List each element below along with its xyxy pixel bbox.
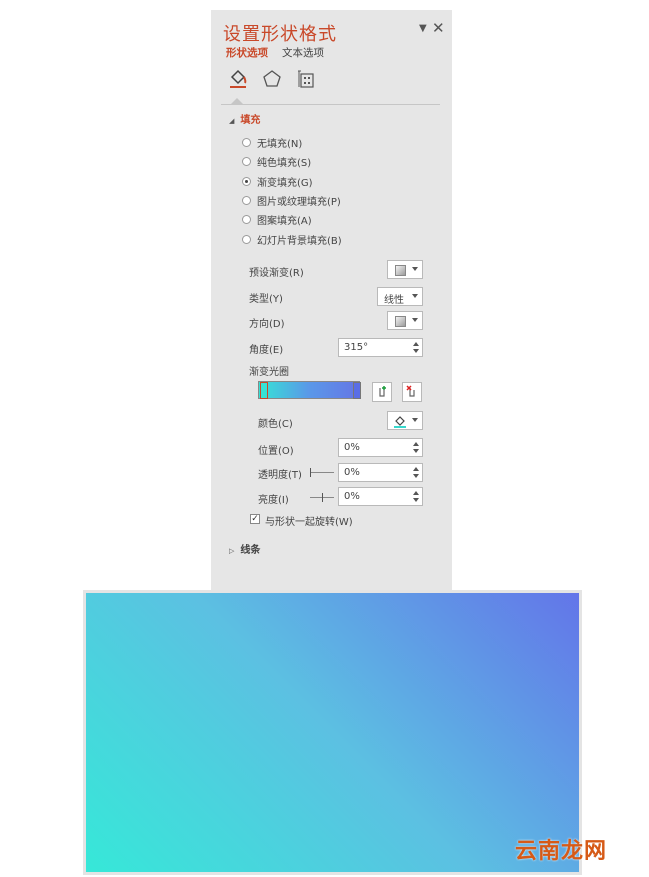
paint-bucket-icon <box>394 416 406 428</box>
preset-gradient-label: 预设渐变(R) <box>249 268 304 279</box>
radio-slide-background-fill[interactable]: 幻灯片背景填充(B) <box>242 232 342 247</box>
angle-spinner[interactable]: 315° <box>338 338 423 357</box>
radio-solid-fill[interactable]: 纯色填充(S) <box>242 154 312 169</box>
collapse-triangle-icon: ◢ <box>229 117 235 125</box>
radio-button[interactable] <box>242 195 251 205</box>
position-value: 0% <box>344 442 360 453</box>
spin-down-icon[interactable] <box>413 449 419 453</box>
gradient-stops-label: 渐变光圈 <box>249 367 289 378</box>
radio-no-fill[interactable]: 无填充(N) <box>242 135 303 150</box>
slider-knob[interactable] <box>322 493 323 502</box>
gradient-stop-handle[interactable] <box>353 382 361 399</box>
spin-up-icon[interactable] <box>413 467 419 471</box>
transparency-label: 透明度(T) <box>258 470 302 481</box>
radio-button[interactable] <box>242 214 251 224</box>
size-properties-icon[interactable] <box>295 68 317 90</box>
radio-button[interactable] <box>242 156 251 166</box>
brightness-label: 亮度(I) <box>258 495 289 506</box>
radio-label: 无填充(N) <box>257 138 303 150</box>
line-section-header[interactable]: ▷ 线条 <box>229 541 260 556</box>
line-section-label: 线条 <box>240 545 261 556</box>
position-label: 位置(O) <box>258 446 294 457</box>
radio-label: 纯色填充(S) <box>257 157 312 169</box>
chevron-down-icon <box>412 294 418 298</box>
gradient-stop-handle[interactable] <box>260 382 268 399</box>
close-icon[interactable]: ✕ <box>432 19 445 37</box>
tab-shape-options[interactable]: 形状选项 <box>226 45 268 60</box>
effects-pentagon-icon[interactable] <box>261 68 283 90</box>
radio-gradient-fill[interactable]: 渐变填充(G) <box>242 174 313 189</box>
add-gradient-stop-button[interactable] <box>372 382 392 402</box>
color-dropdown[interactable] <box>387 411 423 430</box>
radio-label: 渐变填充(G) <box>257 177 313 189</box>
transparency-spinner[interactable]: 0% <box>338 463 423 482</box>
transparency-slider[interactable] <box>310 468 334 477</box>
color-label: 颜色(C) <box>258 419 293 430</box>
radio-button[interactable] <box>242 137 251 147</box>
direction-swatch-icon <box>395 316 406 327</box>
direction-dropdown[interactable] <box>387 311 423 330</box>
rotate-with-shape-checkbox[interactable]: ✓ <box>250 514 260 524</box>
active-tab-caret <box>231 98 243 104</box>
chevron-down-icon <box>412 267 418 271</box>
angle-value: 315° <box>344 342 369 353</box>
watermark-logo: 云南龙网 <box>515 839 608 864</box>
spin-up-icon[interactable] <box>413 442 419 446</box>
tab-divider <box>221 104 440 105</box>
radio-button[interactable] <box>242 176 251 186</box>
rotate-with-shape-label: 与形状一起旋转(W) <box>265 517 353 528</box>
radio-label: 图案填充(A) <box>257 215 312 227</box>
position-spinner[interactable]: 0% <box>338 438 423 457</box>
slide-canvas <box>83 590 582 875</box>
pane-title: 设置形状格式 <box>223 24 337 45</box>
chevron-down-icon <box>412 418 418 422</box>
direction-label: 方向(D) <box>249 319 285 330</box>
type-value: 线性 <box>384 295 404 306</box>
preset-gradient-dropdown[interactable] <box>387 260 423 279</box>
slider-knob[interactable] <box>310 468 311 477</box>
radio-label: 幻灯片背景填充(B) <box>257 235 342 247</box>
radio-button[interactable] <box>242 234 251 244</box>
expand-triangle-icon: ▷ <box>229 547 235 555</box>
brightness-spinner[interactable]: 0% <box>338 487 423 506</box>
type-label: 类型(Y) <box>249 294 283 305</box>
fill-line-icon[interactable] <box>227 68 249 90</box>
format-shape-pane: 设置形状格式 ▼ ✕ 形状选项 文本选项 ◢ 填充 无填充(N) 纯色填充(S) <box>211 10 452 595</box>
transparency-value: 0% <box>344 467 360 478</box>
spin-down-icon[interactable] <box>413 498 419 502</box>
fill-section-header[interactable]: ◢ 填充 <box>229 111 260 126</box>
radio-label: 图片或纹理填充(P) <box>257 196 341 208</box>
spin-down-icon[interactable] <box>413 349 419 353</box>
spin-down-icon[interactable] <box>413 474 419 478</box>
angle-label: 角度(E) <box>249 345 284 356</box>
spin-up-icon[interactable] <box>413 342 419 346</box>
radio-pattern-fill[interactable]: 图案填充(A) <box>242 212 312 227</box>
gradient-rectangle-shape[interactable] <box>86 593 579 872</box>
brightness-value: 0% <box>344 491 360 502</box>
radio-picture-fill[interactable]: 图片或纹理填充(P) <box>242 193 341 208</box>
pane-options-chevron-icon[interactable]: ▼ <box>419 23 427 34</box>
spin-up-icon[interactable] <box>413 491 419 495</box>
remove-gradient-stop-button[interactable] <box>402 382 422 402</box>
chevron-down-icon <box>412 318 418 322</box>
type-dropdown[interactable]: 线性 <box>377 287 423 306</box>
brightness-slider[interactable] <box>310 493 334 502</box>
tab-text-options[interactable]: 文本选项 <box>282 45 324 60</box>
fill-section-label: 填充 <box>240 115 261 126</box>
gradient-stops-bar[interactable] <box>258 381 360 399</box>
gradient-swatch-icon <box>395 265 406 276</box>
